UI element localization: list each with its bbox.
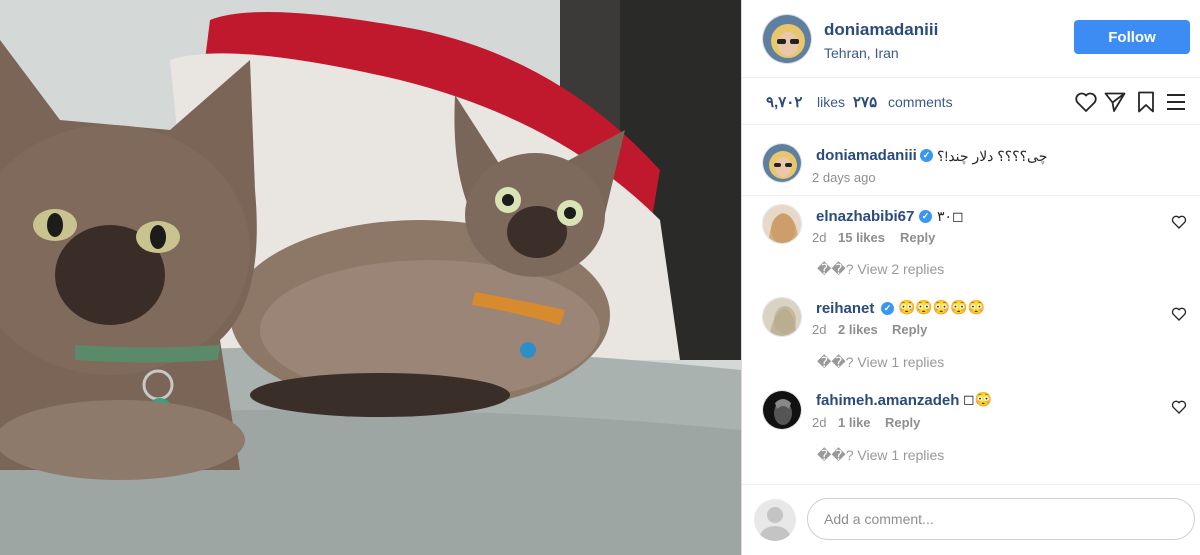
comments-label: comments [888,94,953,110]
comment-username[interactable]: fahimeh.amanzadeh [816,392,959,409]
comment-age: 2d [812,415,827,430]
comment-age: 2d [812,230,827,245]
view-replies-link[interactable]: ��? View 2 replies [817,261,944,278]
comment-avatar[interactable] [762,390,802,430]
comment-like-heart-icon[interactable] [1171,399,1187,415]
post-header: doniamadaniii Tehran, Iran Follow [742,0,1200,78]
comment-age: 2d [812,322,827,337]
comment-text: ◻😳 [963,391,993,407]
follow-button[interactable]: Follow [1074,20,1190,54]
post-caption: doniamadaniii ✓ چی؟؟؟؟ دلار چند!؟ 2 days… [742,126,1200,196]
reply-button[interactable]: Reply [885,415,920,430]
author-username[interactable]: doniamadaniii [824,20,938,40]
reply-button[interactable]: Reply [892,322,927,337]
comment-like-heart-icon[interactable] [1171,306,1187,322]
view-replies-link[interactable]: ��? View 1 replies [817,354,944,371]
comment-text: ۳۰◻ [937,208,964,224]
likes-label: likes [817,94,846,110]
heart-icon[interactable] [1074,90,1098,114]
current-user-avatar [754,499,796,541]
caption-time: 2 days ago [812,170,876,185]
comment-avatar[interactable] [762,204,802,244]
view-replies-link[interactable]: ��? View 1 replies [817,447,944,464]
caption-avatar[interactable] [762,143,802,183]
add-comment-input[interactable] [807,498,1195,540]
post-photo[interactable] [0,0,741,555]
comment-text: 😳😳😳😳😳 [898,299,986,315]
comment-avatar[interactable] [762,297,802,337]
comment-like-heart-icon[interactable] [1171,214,1187,230]
caption-username[interactable]: doniamadaniii [816,147,917,164]
verified-badge-icon: ✓ [919,210,932,223]
comment-username[interactable]: elnazhabibi67 [816,208,914,225]
author-avatar[interactable] [762,14,812,64]
bookmark-icon[interactable] [1134,90,1158,114]
verified-badge-icon: ✓ [881,302,894,315]
cats-illustration [0,0,741,555]
post-side-panel: doniamadaniii Tehran, Iran Follow ۹,۷۰۲ … [741,0,1200,555]
share-icon[interactable] [1103,90,1127,114]
comment-likes[interactable]: 1 like [838,415,871,430]
post-location[interactable]: Tehran, Iran [824,45,899,61]
comment-likes[interactable]: 2 likes [838,322,878,337]
verified-badge-icon: ✓ [920,149,933,162]
comment-likes[interactable]: 15 likes [838,230,885,245]
comments-count: ۲۷۵ [853,94,878,111]
caption-text: چی؟؟؟؟ دلار چند!؟ [937,148,1048,164]
menu-icon[interactable] [1164,90,1188,114]
add-comment-bar [742,484,1200,555]
comment-username[interactable]: reihanet [816,300,874,317]
reply-button[interactable]: Reply [900,230,935,245]
post-stats-bar: ۹,۷۰۲ likes ۲۷۵ comments [742,79,1200,125]
likes-count: ۹,۷۰۲ [766,94,803,111]
